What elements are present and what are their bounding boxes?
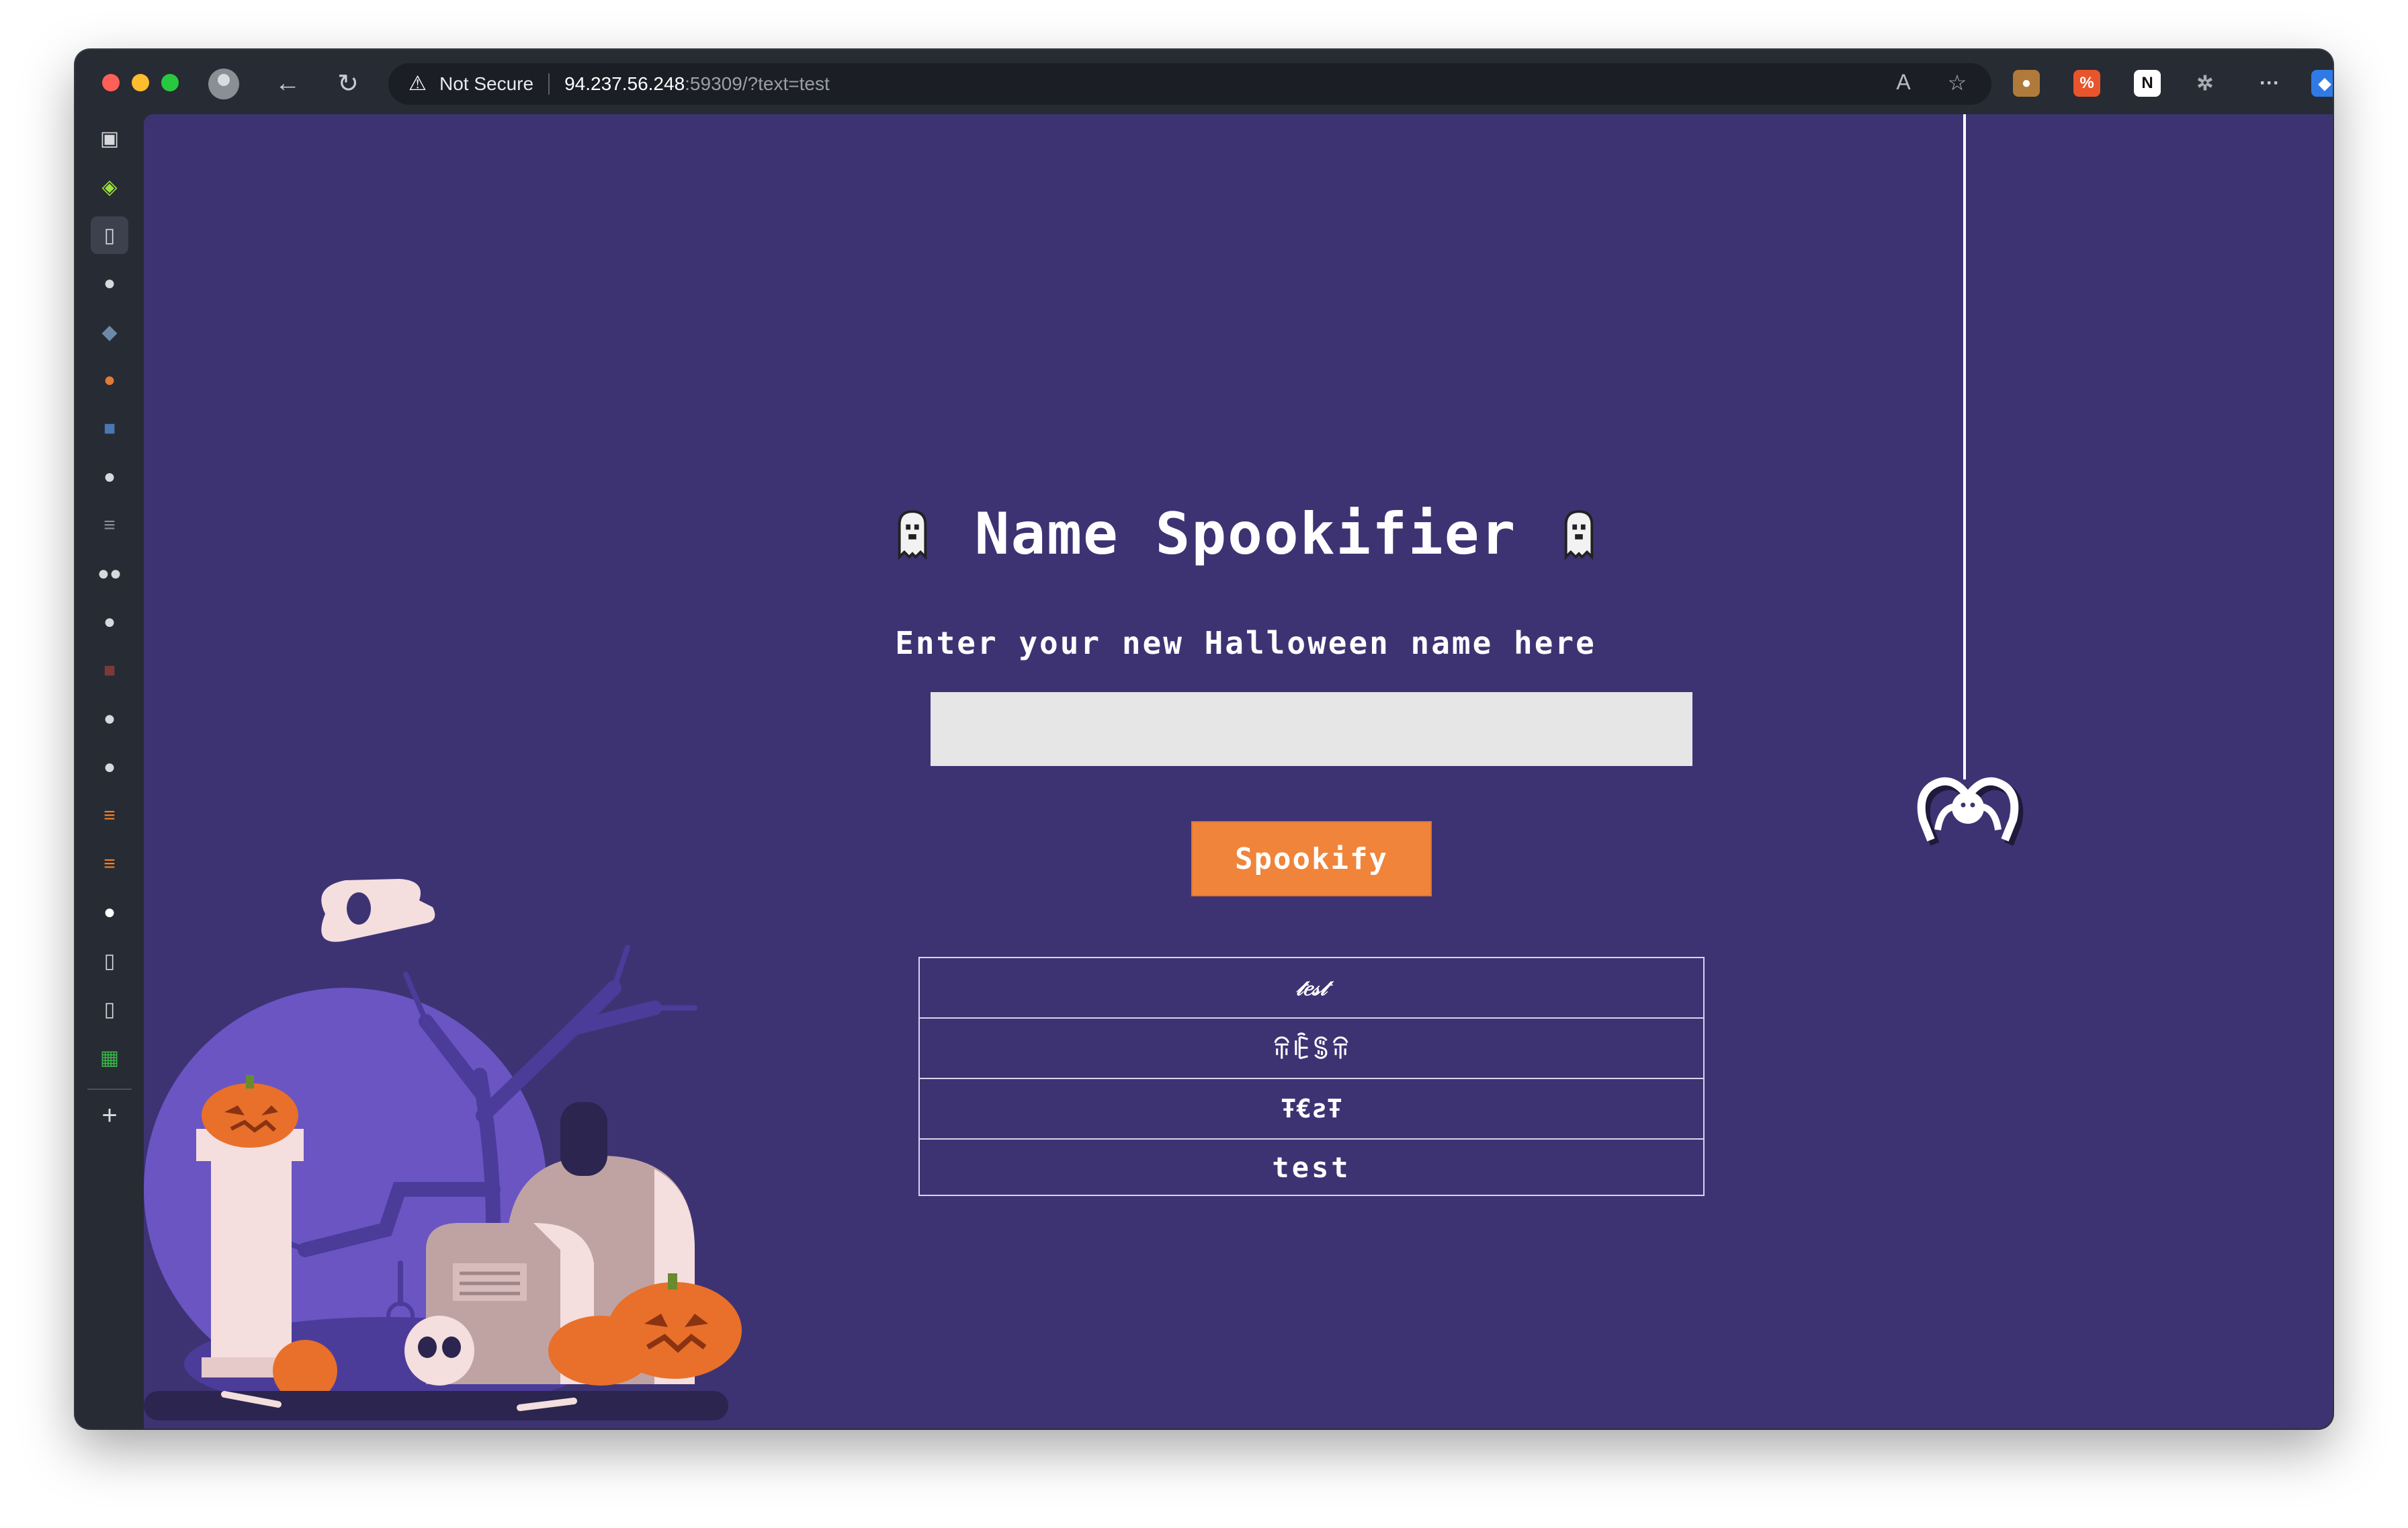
- spider-thread: [1963, 114, 1966, 779]
- game-icon[interactable]: ■: [91, 652, 128, 689]
- close-window-button[interactable]: [102, 74, 120, 91]
- results-table: 𝓉𝑒𝓈𝓉 ꋖꍟꌚꋖ Ŧ€ƨŦ test: [918, 957, 1705, 1196]
- sheets-icon[interactable]: ▦: [91, 1039, 128, 1076]
- copilot-icon[interactable]: ◆: [2311, 70, 2333, 97]
- title-row: Name Spookifier: [816, 491, 1676, 578]
- cookie-extension-icon[interactable]: ●: [2013, 70, 2040, 97]
- active-page-tab-icon[interactable]: ▯: [91, 216, 128, 254]
- extensions-puzzle-icon[interactable]: ✲: [2192, 70, 2219, 97]
- warning-icon: ⚠: [408, 73, 427, 95]
- extension-cube-icon[interactable]: ◈: [91, 168, 128, 206]
- result-row: ꋖꍟꌚꋖ: [920, 1019, 1703, 1079]
- title-bar: ← ↻ ⚠ Not Secure 94.237.56.248:59309/?te…: [75, 50, 2333, 114]
- address-bar[interactable]: ⚠ Not Secure 94.237.56.248:59309/?text=t…: [388, 63, 1991, 105]
- security-label[interactable]: Not Secure: [439, 73, 533, 95]
- stack-overflow-icon[interactable]: ≡: [91, 797, 128, 835]
- notion-icon[interactable]: N: [2134, 70, 2161, 97]
- minimize-window-button[interactable]: [132, 74, 149, 91]
- halloween-graveyard-illustration: [144, 879, 742, 1420]
- back-arrow-icon[interactable]: ←: [271, 67, 304, 99]
- browser-window: ← ↻ ⚠ Not Secure 94.237.56.248:59309/?te…: [75, 50, 2333, 1429]
- extension-icon[interactable]: %: [2073, 70, 2100, 97]
- reload-icon[interactable]: ↻: [332, 67, 364, 99]
- result-row: 𝓉𝑒𝓈𝓉: [920, 958, 1703, 1019]
- spider-icon: [1917, 777, 2024, 846]
- ghost-icon: [1565, 510, 1594, 560]
- sidebar-divider: [87, 1089, 132, 1090]
- github-icon[interactable]: ●: [91, 700, 128, 738]
- result-row: test: [1272, 1150, 1351, 1184]
- github-icon[interactable]: ●: [91, 603, 128, 641]
- page-subtitle: Enter your new Halloween name here: [895, 625, 1596, 661]
- shield-icon[interactable]: ◆: [91, 313, 128, 351]
- stack-icon[interactable]: ≡: [91, 507, 128, 544]
- add-tab-button[interactable]: +: [91, 1097, 128, 1134]
- spookify-button[interactable]: Spookify: [1191, 821, 1432, 896]
- maximize-window-button[interactable]: [161, 74, 179, 91]
- name-input[interactable]: [931, 692, 1692, 766]
- fox-icon[interactable]: ●: [91, 362, 128, 399]
- puzzle-tab-icon[interactable]: ■: [91, 410, 128, 448]
- stack-overflow-icon[interactable]: ≡: [91, 845, 128, 883]
- page-icon[interactable]: ▯: [91, 990, 128, 1028]
- github-icon[interactable]: ●: [91, 458, 128, 496]
- github-icon[interactable]: ●: [91, 265, 128, 302]
- medium-icon[interactable]: ●●: [91, 555, 128, 593]
- profile-avatar[interactable]: [208, 69, 239, 99]
- url-path: :59309/?text=test: [685, 73, 830, 94]
- page-viewport: Name Spookifier Enter your new Halloween…: [144, 114, 2333, 1429]
- page-icon[interactable]: ▯: [91, 942, 128, 980]
- read-aloud-icon[interactable]: A: [1889, 70, 1918, 95]
- tab-actions-icon[interactable]: ▣: [91, 120, 128, 157]
- vertical-tab-sidebar: ▣ ◈ ▯ ● ◆ ● ■ ● ≡ ●● ● ■ ● ● ≡ ≡ ● ▯ ▯ ▦…: [75, 114, 144, 1429]
- page-title: Name Spookifier: [974, 501, 1517, 568]
- favorite-star-icon[interactable]: ☆: [1943, 70, 1971, 95]
- ghost-icon: [898, 510, 927, 560]
- github-icon[interactable]: ●: [91, 749, 128, 786]
- url-host: 94.237.56.248: [564, 73, 685, 94]
- result-row: Ŧ€ƨŦ: [920, 1079, 1703, 1140]
- github-icon[interactable]: ●: [91, 894, 128, 931]
- more-icon[interactable]: ···: [2256, 70, 2283, 97]
- url-separator: [548, 73, 550, 95]
